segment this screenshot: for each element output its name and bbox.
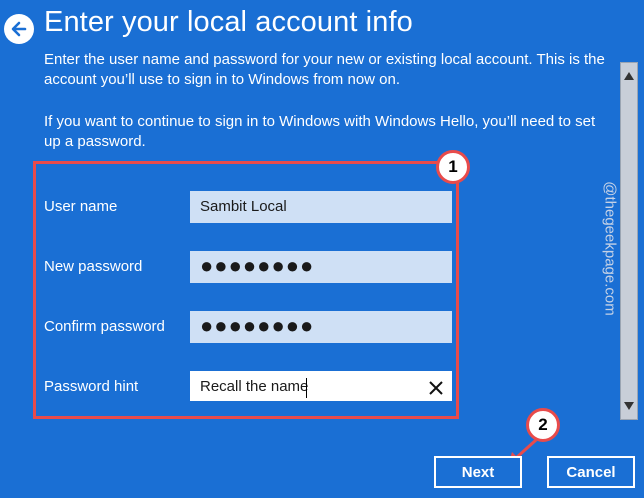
confirm-password-label: Confirm password — [44, 318, 165, 335]
step-badge-1: 1 — [436, 150, 470, 184]
page-title: Enter your local account info — [44, 6, 413, 38]
clear-icon[interactable] — [424, 376, 448, 400]
password-hint-label: Password hint — [44, 378, 139, 395]
description-paragraph-1: Enter the user name and password for you… — [44, 51, 605, 88]
back-button[interactable] — [4, 14, 34, 44]
password-hint-input[interactable]: Recall the name — [190, 371, 452, 403]
scroll-up-icon[interactable] — [621, 65, 637, 87]
watermark: @thegeekpage.com — [598, 150, 619, 350]
new-password-input[interactable]: ●●●●●●●● — [190, 251, 452, 283]
step-badge-2: 2 — [526, 408, 560, 442]
back-arrow-icon — [11, 21, 27, 37]
text-cursor — [306, 378, 307, 398]
vertical-scrollbar[interactable] — [620, 62, 638, 420]
user-name-label: User name — [44, 198, 118, 215]
cancel-button[interactable]: Cancel — [547, 456, 635, 488]
description-paragraph-2: If you want to continue to sign in to Wi… — [44, 113, 596, 150]
user-name-input[interactable]: Sambit Local — [190, 191, 452, 223]
scroll-down-icon[interactable] — [621, 395, 637, 417]
new-password-label: New password — [44, 258, 143, 275]
watermark-text: @thegeekpage.com — [601, 181, 619, 316]
next-button[interactable]: Next — [434, 456, 522, 488]
confirm-password-input[interactable]: ●●●●●●●● — [190, 311, 452, 343]
